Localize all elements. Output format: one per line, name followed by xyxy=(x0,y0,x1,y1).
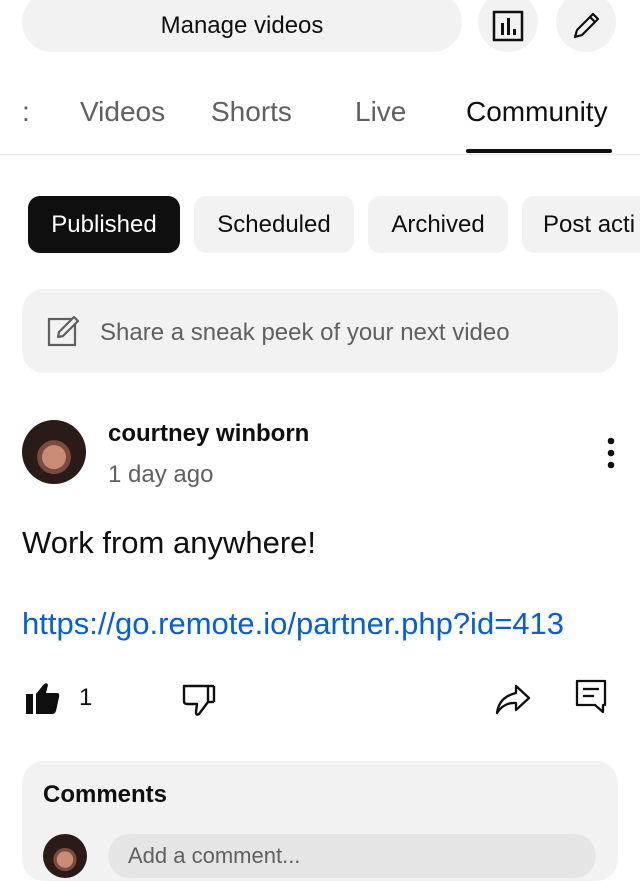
tab-live[interactable]: Live xyxy=(355,96,406,128)
edit-channel-button[interactable] xyxy=(556,0,616,52)
share-icon[interactable] xyxy=(494,682,532,716)
chip-archived[interactable]: Archived xyxy=(368,196,508,253)
tab-videos[interactable]: Videos xyxy=(80,96,165,128)
manage-videos-button[interactable]: Manage videos xyxy=(22,0,462,52)
more-options-icon[interactable] xyxy=(600,437,622,471)
pencil-icon xyxy=(573,12,600,39)
thumbs-down-icon[interactable] xyxy=(181,682,217,718)
thumbs-up-icon[interactable] xyxy=(24,680,62,716)
composer-placeholder[interactable]: Share a sneak peek of your next video xyxy=(100,319,510,347)
chip-published[interactable]: Published xyxy=(28,196,180,253)
channel-tabs: : Videos Shorts Live Community xyxy=(0,74,640,155)
compose-icon xyxy=(47,315,80,347)
tab-shorts[interactable]: Shorts xyxy=(211,96,292,128)
post-timestamp: 1 day ago xyxy=(108,461,214,488)
comment-icon[interactable] xyxy=(574,678,608,716)
add-comment-input[interactable]: Add a comment... xyxy=(108,834,596,878)
post-link[interactable]: https://go.remote.io/partner.php?id=413 xyxy=(22,606,564,642)
tab-community[interactable]: Community xyxy=(466,96,608,128)
post-text: Work from anywhere! xyxy=(22,525,317,560)
comments-title: Comments xyxy=(43,781,168,808)
tab-overflow-fragment[interactable]: : xyxy=(22,96,30,128)
chip-scheduled[interactable]: Scheduled xyxy=(194,196,354,253)
chip-post-activity[interactable]: Post acti xyxy=(522,196,640,253)
like-count: 1 xyxy=(79,684,93,711)
avatar[interactable] xyxy=(22,420,86,484)
post-author[interactable]: courtney winborn xyxy=(108,420,309,448)
comment-avatar xyxy=(43,834,87,878)
analytics-button[interactable] xyxy=(478,0,538,52)
analytics-icon xyxy=(492,10,524,42)
active-tab-indicator xyxy=(466,149,612,153)
